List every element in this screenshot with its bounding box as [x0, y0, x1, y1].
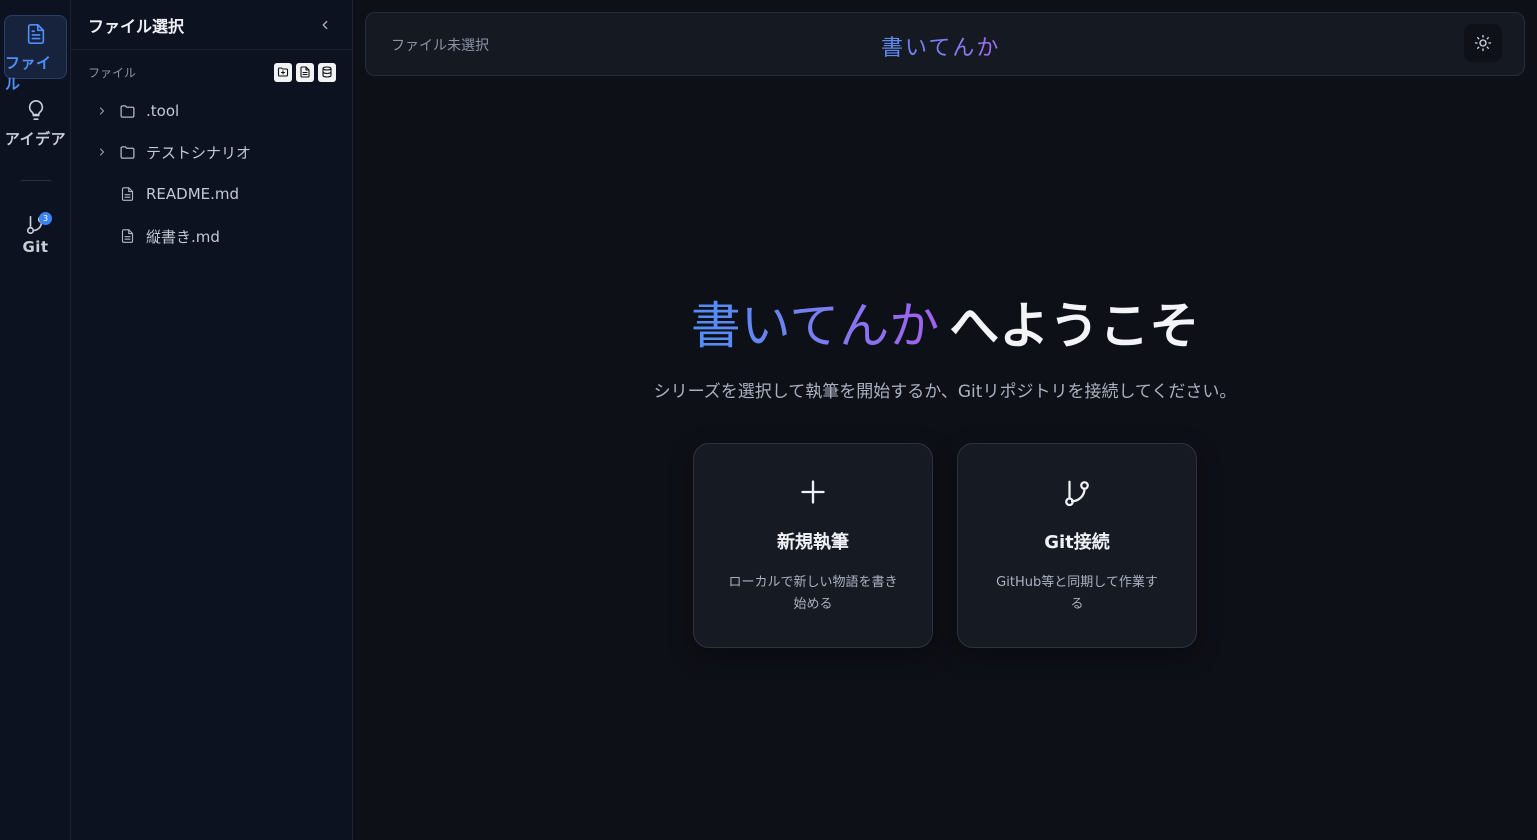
card-description: GitHub等と同期して作業する	[996, 575, 1158, 612]
collapse-sidebar-icon[interactable]	[318, 18, 332, 32]
card-description: ローカルで新しい物語を書き始める	[728, 575, 898, 612]
sidebar-header: ファイル選択	[71, 0, 352, 50]
tree-item-label: .tool	[146, 102, 180, 120]
new-folder-button[interactable]	[274, 62, 292, 82]
card-title: Git接続	[1044, 532, 1110, 553]
folder-icon	[119, 144, 136, 161]
activity-item-label: ファイル	[5, 54, 52, 93]
top-bar: ファイル未選択 書いてんか	[365, 12, 1525, 76]
activity-item-files[interactable]: ファイル	[4, 15, 67, 93]
file-status: ファイル未選択	[391, 38, 489, 54]
file-text-icon	[120, 228, 135, 244]
welcome-description: シリーズを選択して執筆を開始するか、Gitリポジトリを接続してください。	[653, 382, 1237, 402]
plus-icon	[799, 478, 827, 508]
section-label: ファイル	[88, 65, 137, 80]
database-button[interactable]	[318, 62, 336, 82]
sidebar-title: ファイル選択	[88, 16, 185, 36]
activity-bar: ファイル アイデア 3 Git	[0, 0, 71, 840]
tree-item-label: README.md	[146, 185, 240, 203]
folder-icon	[119, 103, 136, 120]
activity-divider	[21, 180, 51, 181]
tree-item-label: 縦書き.md	[146, 227, 220, 246]
database-icon	[322, 66, 332, 78]
activity-item-label: Git	[22, 238, 49, 256]
tree-folder-tool[interactable]: .tool	[71, 95, 352, 127]
file-sidebar: ファイル選択 ファイル .tool テストシナリオ README.md 縦書き.…	[71, 0, 353, 840]
activity-item-ideas[interactable]: アイデア	[4, 98, 67, 158]
lightbulb-icon	[25, 98, 47, 126]
chevron-right-icon[interactable]	[96, 146, 108, 158]
git-branch-icon	[1062, 478, 1092, 508]
card-title: 新規執筆	[777, 532, 849, 553]
welcome-suffix: へようこそ	[949, 297, 1200, 355]
chevron-right-icon[interactable]	[96, 105, 108, 117]
welcome-heading: 書いてんか へようこそ	[353, 286, 1537, 358]
main-area: ファイル未選択 書いてんか 書いてんか へようこそ シリーズを選択して執筆を開始す…	[353, 0, 1537, 840]
git-connect-card[interactable]: Git接続 GitHub等と同期して作業する	[957, 443, 1197, 648]
tree-item-label: テストシナリオ	[146, 143, 252, 162]
theme-toggle-button[interactable]	[1464, 24, 1502, 62]
new-file-button[interactable]	[296, 62, 314, 82]
tree-file-readme[interactable]: README.md	[71, 178, 352, 210]
file-icon	[25, 22, 47, 50]
activity-item-label: アイデア	[4, 130, 67, 148]
activity-item-git[interactable]: 3 Git	[4, 212, 67, 264]
new-writing-card[interactable]: 新規執筆 ローカルで新しい物語を書き始める	[693, 443, 933, 648]
tree-file-tategaki[interactable]: 縦書き.md	[71, 220, 352, 252]
app-logo-text: 書いてんか	[881, 30, 1000, 62]
folder-plus-icon	[277, 67, 289, 77]
file-plus-icon	[300, 66, 310, 78]
sun-icon	[1474, 34, 1492, 52]
git-count-badge: 3	[39, 212, 52, 225]
tree-folder-test-scenario[interactable]: テストシナリオ	[71, 136, 352, 168]
welcome-brand: 書いてんか	[690, 297, 940, 355]
sidebar-section-header: ファイル	[71, 50, 352, 94]
sidebar-toolbar	[274, 62, 336, 82]
file-text-icon	[120, 186, 135, 202]
